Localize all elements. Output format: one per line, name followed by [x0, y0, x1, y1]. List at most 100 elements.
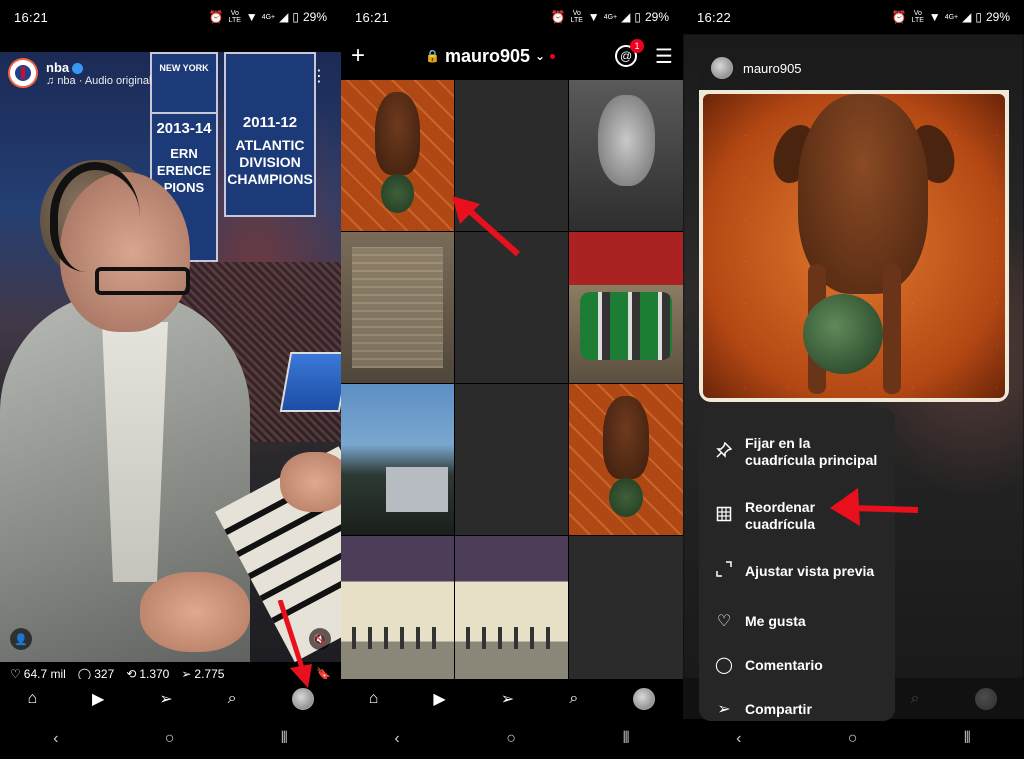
reel-audio-row[interactable]: ♫ nba · Audio original: [46, 75, 152, 87]
music-note-icon: ♫: [46, 74, 55, 87]
grid-post-selfie[interactable]: [569, 80, 683, 231]
reel-overlay-icons: 👤 🔇: [10, 628, 331, 650]
banner-2-text: ATLANTIC DIVISION CHAMPIONS: [227, 137, 313, 187]
reel-video[interactable]: NEW YORK 2013-14 ERN ERENCE PIONS 2011-1…: [0, 52, 341, 662]
direct-icon[interactable]: ➢: [159, 689, 172, 709]
status-bar: 16:22 ⏰ Vo LTE ▼ 4G+ ◢ ▯ 29%: [683, 0, 1024, 34]
battery-icon: ▯: [975, 10, 982, 24]
banner-atlantic: 2011-12 ATLANTIC DIVISION CHAMPIONS: [224, 52, 316, 217]
context-menu: Fijar en la cuadrícula principal Reorden…: [699, 408, 895, 721]
menu-item-like[interactable]: ♡ Me gusta: [699, 600, 895, 642]
recents-icon[interactable]: ⦀: [281, 730, 288, 748]
direct-icon[interactable]: ➢: [501, 689, 514, 709]
profile-header-actions: @ 1 ☰: [615, 39, 673, 69]
account-switcher[interactable]: 🔒 mauro905 ⌄: [425, 46, 556, 67]
menu-item-reorder-grid[interactable]: Reordenar cuadrícula: [699, 490, 895, 542]
pin-icon: [715, 441, 733, 462]
volte-icon: Vo LTE: [570, 10, 583, 24]
dog-leg: [883, 264, 901, 394]
home-button-icon[interactable]: ○: [848, 730, 858, 748]
reel-account-name[interactable]: nba: [46, 60, 69, 75]
search-icon[interactable]: ⌕: [569, 690, 578, 708]
reel-audio-label[interactable]: nba · Audio original: [57, 75, 151, 87]
grid-post-dog-2[interactable]: [569, 384, 683, 535]
lock-icon: 🔒: [425, 49, 440, 63]
nba-avatar[interactable]: [8, 58, 38, 88]
more-options-icon[interactable]: ⋮: [311, 66, 327, 86]
post-grid: [341, 80, 683, 687]
add-icon[interactable]: +: [351, 42, 365, 70]
menu-item-comment[interactable]: ◯ Comentario: [699, 642, 895, 688]
post-preview-image: [699, 90, 1009, 402]
threads-icon[interactable]: @ 1: [615, 39, 645, 67]
grid-post-court-2[interactable]: [455, 536, 568, 687]
grid-post-team[interactable]: [569, 232, 683, 383]
profile-header: + 🔒 mauro905 ⌄ @ 1 ☰: [341, 34, 683, 78]
post-preview-header: mauro905: [699, 48, 1009, 88]
banner-3-text: NEW YORK: [159, 63, 209, 73]
context-menu-panel: 16:22 ⏰ Vo LTE ▼ 4G+ ◢ ▯ 29% mauro905 Fi…: [683, 0, 1024, 759]
profile-avatar[interactable]: [974, 688, 997, 710]
search-icon[interactable]: ⌕: [911, 690, 920, 708]
menu-item-label: Me gusta: [745, 612, 806, 629]
reels-icon[interactable]: ▶: [433, 689, 445, 709]
home-button-icon[interactable]: ○: [165, 730, 175, 748]
menu-item-pin[interactable]: Fijar en la cuadrícula principal: [699, 414, 895, 490]
battery-level: 29%: [985, 10, 1010, 24]
mute-icon[interactable]: 🔇: [309, 628, 331, 650]
profile-avatar[interactable]: [633, 688, 656, 710]
bottom-nav: ⌂ ▶ ➢ ⌕: [0, 679, 341, 719]
status-time: 16:22: [697, 9, 732, 25]
home-button-icon[interactable]: ○: [506, 730, 516, 748]
wifi-icon: ▼: [587, 10, 600, 24]
search-icon[interactable]: ⌕: [228, 690, 237, 708]
signal-icon: ◢: [621, 10, 631, 24]
status-time: 16:21: [355, 9, 390, 25]
crop-icon: [715, 561, 733, 581]
headphones: [50, 162, 140, 272]
alarm-icon: ⏰: [550, 10, 566, 24]
volte-icon: Vo LTE: [228, 10, 241, 24]
signal-icon: ◢: [279, 10, 289, 24]
grid-post-medals[interactable]: [341, 232, 454, 383]
signal-icon: ◢: [962, 10, 972, 24]
battery-level: 29%: [302, 10, 327, 24]
back-icon[interactable]: ‹: [394, 730, 399, 748]
profile-username[interactable]: mauro905: [445, 46, 530, 67]
status-icons: ⏰ Vo LTE ▼ 4G+ ◢ ▯ 29%: [551, 10, 669, 24]
grid-post-dog[interactable]: [341, 80, 454, 231]
post-author-avatar: [711, 57, 733, 79]
wifi-icon: ▼: [245, 10, 258, 24]
reel-header: nba ♫ nba · Audio original: [8, 58, 152, 88]
back-icon[interactable]: ‹: [736, 730, 741, 748]
grid-empty-slot: [455, 384, 568, 535]
network-icon: 4G+: [603, 13, 618, 21]
menu-item-label: Fijar en la cuadrícula principal: [745, 435, 878, 468]
grid-empty-slot: [455, 80, 568, 231]
grid-post-court-1[interactable]: [341, 536, 454, 687]
recents-icon[interactable]: ⦀: [623, 730, 630, 748]
profile-avatar[interactable]: [291, 688, 314, 710]
reel-account-row[interactable]: nba: [46, 60, 152, 75]
back-icon[interactable]: ‹: [53, 730, 58, 748]
chevron-down-icon[interactable]: ⌄: [535, 49, 545, 63]
grid-post-street[interactable]: [341, 384, 454, 535]
menu-icon[interactable]: ☰: [655, 44, 673, 69]
home-icon[interactable]: ⌂: [369, 690, 379, 708]
recents-icon[interactable]: ⦀: [964, 730, 971, 748]
threads-badge: 1: [630, 39, 645, 53]
system-nav: ‹ ○ ⦀: [0, 719, 341, 759]
post-author-name: mauro905: [743, 60, 802, 76]
menu-item-adjust-preview[interactable]: Ajustar vista previa: [699, 542, 895, 600]
reels-icon[interactable]: ▶: [92, 689, 104, 709]
tagged-people-icon[interactable]: 👤: [10, 628, 32, 650]
share-icon: ➢: [717, 700, 731, 718]
menu-item-share[interactable]: ➢ Compartir: [699, 688, 895, 730]
system-nav: ‹ ○ ⦀: [341, 719, 683, 759]
volte-icon: Vo LTE: [911, 10, 924, 24]
battery-icon: ▯: [292, 10, 299, 24]
glasses: [95, 267, 190, 295]
home-icon[interactable]: ⌂: [27, 690, 37, 708]
alarm-icon: ⏰: [208, 10, 224, 24]
alarm-icon: ⏰: [891, 10, 907, 24]
